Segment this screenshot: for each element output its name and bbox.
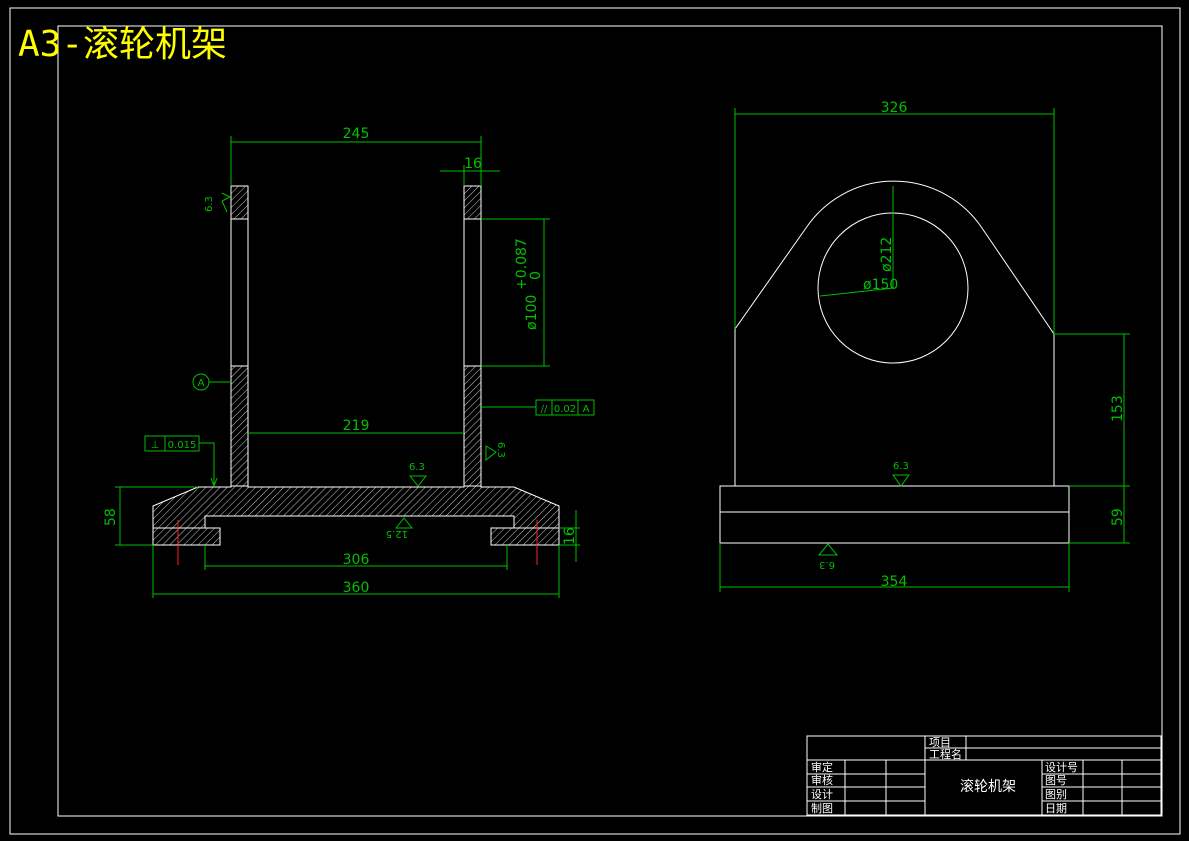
left-wall-bore (230, 218, 249, 367)
dim-side-overall-width: 326 (881, 100, 908, 116)
dim-base-height: 58 (103, 508, 119, 526)
roughness-r4: 12.5 (386, 528, 408, 539)
roughness-r3: 6.3 (495, 442, 506, 458)
tb-date-label: 日期 (1045, 802, 1067, 815)
tb-drawing-no-label: 图号 (1045, 774, 1067, 787)
right-wall-lower-section (463, 365, 482, 487)
dim-outer-diameter: ø212 (879, 237, 895, 272)
roughness-mark-side-top (892, 474, 910, 487)
dim-plate-thickness: 16 (562, 527, 578, 545)
inner-border (57, 25, 1163, 817)
dim-bore-tol-lower: 0 (528, 271, 544, 280)
roughness-mark-base (394, 517, 414, 529)
tb-design-label: 设计 (811, 788, 833, 801)
fcf-parallel-symbol: // (541, 404, 548, 415)
roughness-mark-left-top (221, 192, 232, 213)
drawing-canvas: A3-滚轮机架 245 16 ø100 +0.087 0 219 306 360… (9, 7, 1181, 835)
tb-review-label: 审核 (811, 773, 833, 787)
outer-border (9, 7, 1181, 835)
right-wall-bore (463, 218, 482, 367)
dim-inner-width: 219 (343, 418, 370, 434)
roughness-side-r1: 6.3 (893, 461, 909, 472)
tb-drawing-name: 滚轮机架 (960, 778, 1016, 795)
tb-draw-label: 制图 (811, 802, 833, 815)
side-view: 326 ø212 ø150 153 59 354 6.3 6.3 (719, 100, 1130, 592)
dim-side-base-height: 59 (1110, 508, 1126, 526)
dim-side-height: 153 (1110, 395, 1126, 422)
tb-sheet-label: 图别 (1045, 788, 1067, 801)
roughness-mark-side-bottom (817, 543, 839, 556)
datum-a-label: A (198, 378, 205, 389)
left-wall-lower-section (230, 365, 249, 487)
left-wall-top-section (230, 185, 249, 220)
title-block: 项目 工程名 审定 审核 设计 制图 滚轮机架 设计号 图号 图别 日期 (806, 735, 1162, 816)
fcf-parallel-datum: A (583, 404, 590, 415)
front-view: 245 16 ø100 +0.087 0 219 306 360 58 16 6… (103, 126, 595, 598)
roughness-r2: 6.3 (409, 462, 425, 473)
roughness-side-r2: 6.3 (819, 559, 835, 570)
side-base-block (719, 485, 1070, 544)
roughness-r1: 6.3 (204, 196, 215, 212)
side-body-outline (734, 180, 1055, 486)
roughness-mark-right-wall (485, 445, 497, 462)
dim-bore-tol-upper: +0.087 (514, 238, 530, 290)
fcf-parallel-value: 0.02 (554, 404, 576, 415)
fcf-perp-symbol: ⊥ (151, 440, 160, 451)
dim-bore-dia-side: ø150 (863, 277, 898, 293)
base-section (152, 485, 560, 546)
dim-bore-diameter: ø100 (524, 295, 540, 330)
dim-top-width: 245 (343, 126, 370, 142)
tb-design-no-label: 设计号 (1045, 761, 1078, 774)
dim-overall-width: 360 (343, 580, 370, 596)
tb-project-name-label: 工程名 (929, 747, 962, 761)
sheet-title: A3-滚轮机架 (18, 24, 227, 65)
tb-approve-label: 审定 (811, 760, 833, 774)
roughness-mark-inner-floor (408, 475, 428, 487)
dim-hole-span: 306 (343, 552, 370, 568)
dim-side-base-width: 354 (881, 574, 908, 590)
dim-wall-thickness: 16 (464, 156, 482, 172)
right-wall-top-section (463, 185, 482, 220)
fcf-perp-value: 0.015 (168, 440, 197, 451)
